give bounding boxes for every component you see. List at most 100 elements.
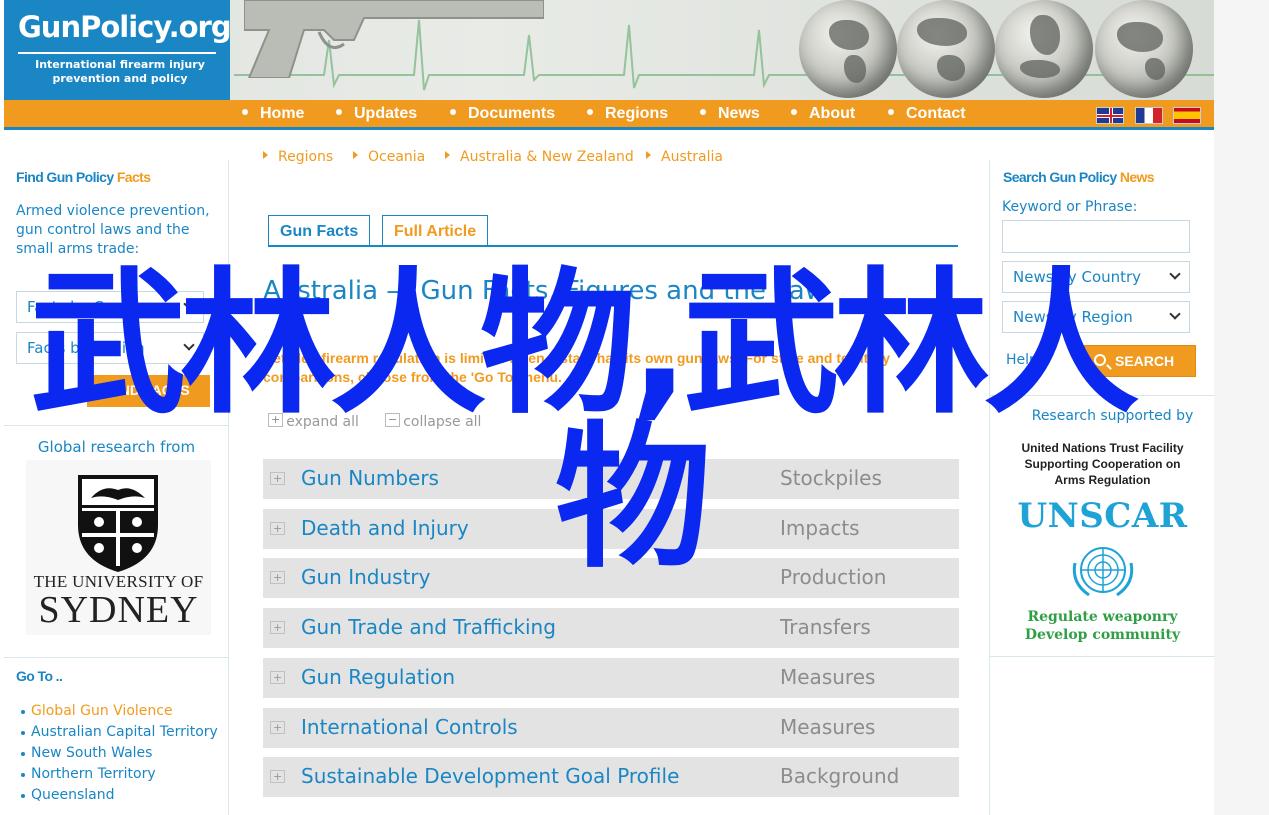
- fact-row-title: Death and Injury: [301, 516, 469, 540]
- uk-flag-icon[interactable]: [1096, 107, 1124, 124]
- nav-bullet-icon: [336, 108, 342, 115]
- search-icon: [1094, 354, 1106, 366]
- fact-row-category: Production: [780, 565, 887, 589]
- nav-bullet-icon: [242, 108, 248, 115]
- plus-icon: +: [270, 770, 286, 783]
- france-flag-icon[interactable]: [1135, 107, 1163, 124]
- logo-divider: [18, 52, 216, 54]
- fact-row-category: Measures: [780, 715, 876, 739]
- spain-flag-icon[interactable]: [1173, 107, 1201, 124]
- fact-row-gun-industry[interactable]: + Gun Industry Production: [263, 558, 959, 598]
- facts-by-country-select[interactable]: Facts by Country: [16, 291, 204, 323]
- page-gutter: [1214, 0, 1269, 815]
- fact-row-category: Measures: [780, 665, 876, 689]
- triangle-right-icon: [445, 151, 450, 159]
- sidebar-divider: [990, 656, 1215, 657]
- goto-item-act[interactable]: Australian Capital Territory: [20, 723, 220, 742]
- fact-row-international-controls[interactable]: + International Controls Measures: [263, 708, 959, 748]
- breadcrumb-australia[interactable]: Australia: [646, 149, 723, 165]
- site-header: GunPolicy.org International firearm inju…: [4, 0, 1214, 100]
- sidebar-divider: [4, 425, 229, 426]
- left-sidebar: Find Gun Policy Facts Armed violence pre…: [4, 160, 229, 815]
- fact-row-death-injury[interactable]: + Death and Injury Impacts: [263, 509, 959, 549]
- globe-image: [995, 0, 1093, 98]
- global-research-label: Global research from: [37, 438, 196, 456]
- nav-bullet-icon: [587, 108, 593, 115]
- help-link[interactable]: Help: [1006, 352, 1038, 368]
- unscar-tagline: Regulate weaponry Develop community: [1024, 609, 1181, 643]
- find-facts-button[interactable]: FIND FACTS: [87, 375, 210, 407]
- fact-row-gun-trade[interactable]: + Gun Trade and Trafficking Transfers: [263, 608, 959, 648]
- plus-icon: +: [270, 522, 286, 535]
- goto-item-global-gun-violence[interactable]: Global Gun Violence: [20, 702, 220, 721]
- un-trust-facility-text: United Nations Trust Facility Supporting…: [1021, 441, 1184, 487]
- expand-all-link[interactable]: + expand all: [268, 413, 359, 430]
- nav-bullet-icon: [700, 108, 706, 115]
- fact-row-sdg-profile[interactable]: + Sustainable Development Goal Profile B…: [263, 757, 959, 797]
- triangle-right-icon: [263, 151, 268, 159]
- nav-bullet-icon: [450, 108, 456, 115]
- plus-icon: +: [270, 721, 286, 734]
- fact-row-category: Transfers: [780, 615, 871, 639]
- find-facts-description: Armed violence prevention, gun control l…: [16, 203, 210, 257]
- nav-about[interactable]: About: [791, 105, 855, 123]
- university-name-line2: SYDNEY: [38, 589, 199, 631]
- logo-subtitle-line1: International firearm injury: [35, 58, 205, 71]
- plus-icon: +: [270, 571, 286, 584]
- fact-row-gun-numbers[interactable]: + Gun Numbers Stockpiles: [263, 459, 959, 499]
- logo-subtitle-line2: prevention and policy: [52, 72, 188, 85]
- logo-subtitle: International firearm injury prevention …: [22, 58, 218, 86]
- fact-row-category: Background: [780, 764, 900, 788]
- plus-icon: +: [270, 621, 286, 634]
- pistol-graphic: [244, 0, 544, 78]
- crest-icon: [78, 475, 158, 572]
- goto-list: Global Gun Violence Australian Capital T…: [20, 702, 220, 807]
- facts-by-region-select[interactable]: Facts by Region: [16, 332, 204, 364]
- unscar-logo-text[interactable]: UNSCAR: [990, 496, 1215, 536]
- globe-image: [897, 0, 995, 98]
- chevron-down-icon: [1169, 268, 1181, 280]
- collapse-all-link[interactable]: − collapse all: [385, 413, 481, 430]
- intro-text: Detailed firearm regulation is limited w…: [263, 350, 891, 385]
- fact-row-title: Gun Regulation: [301, 665, 456, 689]
- nav-regions[interactable]: Regions: [587, 105, 668, 123]
- search-button[interactable]: SEARCH: [1084, 345, 1196, 377]
- tab-full-article[interactable]: Full Article: [382, 215, 489, 247]
- fact-row-title: International Controls: [301, 715, 518, 739]
- goto-item-nsw[interactable]: New South Wales: [20, 744, 220, 763]
- fact-row-title: Gun Numbers: [301, 466, 439, 490]
- news-by-region-select[interactable]: News by Region: [1002, 301, 1190, 333]
- goto-item-queensland[interactable]: Queensland: [20, 786, 220, 805]
- search-news-heading: Search Gun Policy News: [1003, 169, 1155, 185]
- nav-news[interactable]: News: [700, 105, 760, 123]
- site-logo[interactable]: GunPolicy.org International firearm inju…: [4, 0, 232, 100]
- main-navigation: Home Updates Documents Regions News Abou…: [4, 100, 1214, 130]
- fact-row-gun-regulation[interactable]: + Gun Regulation Measures: [263, 658, 959, 698]
- right-sidebar: Search Gun Policy News Keyword or Phrase…: [989, 160, 1215, 815]
- sidebar-divider: [4, 657, 229, 658]
- sidebar-divider: [990, 395, 1215, 396]
- breadcrumb-australia-nz[interactable]: Australia & New Zealand: [445, 149, 634, 165]
- fact-row-category: Impacts: [780, 516, 860, 540]
- breadcrumb-regions[interactable]: Regions: [263, 149, 333, 165]
- chevron-down-icon: [183, 298, 195, 310]
- breadcrumb-oceania[interactable]: Oceania: [353, 149, 425, 165]
- nav-bullet-icon: [888, 108, 894, 115]
- nav-home[interactable]: Home: [242, 105, 304, 123]
- nav-documents[interactable]: Documents: [450, 105, 555, 123]
- globe-image: [799, 0, 897, 98]
- nav-bullet-icon: [791, 108, 797, 115]
- triangle-right-icon: [353, 151, 358, 159]
- research-supported-label: Research supported by: [1031, 408, 1194, 424]
- fact-row-category: Stockpiles: [780, 466, 882, 490]
- university-of-sydney-logo[interactable]: THE UNIVERSITY OF SYDNEY: [26, 460, 211, 635]
- un-emblem-icon: [1072, 547, 1134, 597]
- nav-contact[interactable]: Contact: [888, 105, 966, 123]
- globe-image: [1095, 0, 1193, 98]
- tab-gun-facts[interactable]: Gun Facts: [268, 215, 371, 247]
- keyword-input[interactable]: [1002, 220, 1190, 253]
- fact-row-title: Sustainable Development Goal Profile: [301, 764, 680, 788]
- news-by-country-select[interactable]: News by Country: [1002, 261, 1190, 293]
- nav-updates[interactable]: Updates: [336, 105, 417, 123]
- goto-item-nt[interactable]: Northern Territory: [20, 765, 220, 784]
